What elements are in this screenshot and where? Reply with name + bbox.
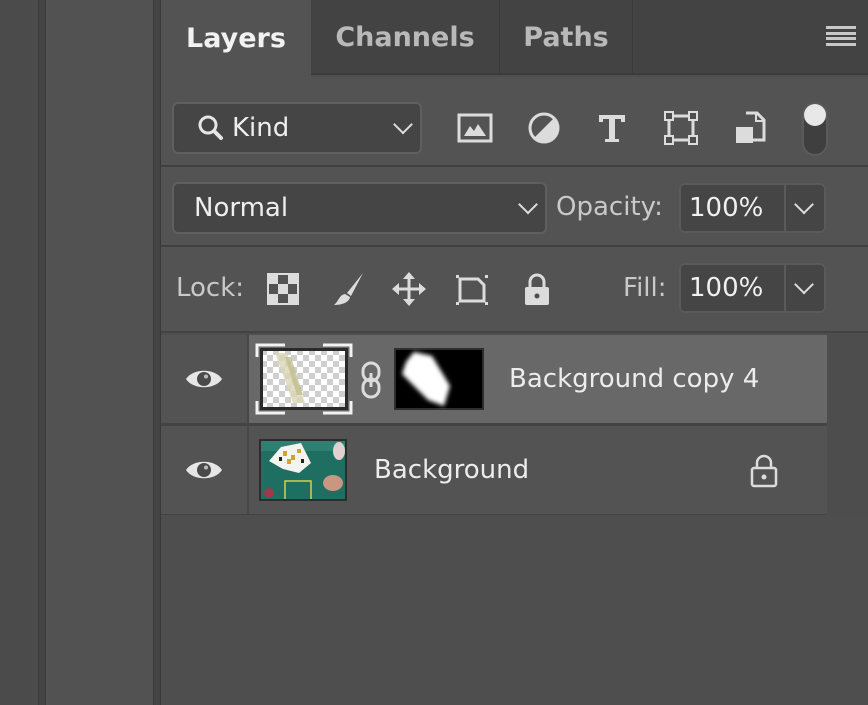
layer-row[interactable]: Background copy 4 xyxy=(161,335,827,426)
fill-dropdown-button[interactable] xyxy=(786,265,824,311)
fill-label: Fill: xyxy=(623,273,667,303)
lock-position-icon[interactable] xyxy=(391,271,427,307)
visibility-toggle[interactable] xyxy=(161,335,249,423)
layer-mask-thumbnail[interactable] xyxy=(394,348,484,410)
tab-paths[interactable]: Paths xyxy=(500,0,633,75)
pixel-layer-filter-icon[interactable] xyxy=(456,109,494,147)
layers-panel: Layers Channels Paths Kind Normal Opacit… xyxy=(161,0,868,705)
opacity-label: Opacity: xyxy=(556,192,663,222)
blend-mode-select[interactable]: Normal xyxy=(172,182,547,234)
filter-toggle-switch[interactable] xyxy=(802,102,828,156)
opacity-field: 100% xyxy=(679,183,826,233)
filter-kind-label: Kind xyxy=(232,113,290,143)
layer-filter-row: Kind xyxy=(161,77,868,167)
type-layer-filter-icon[interactable] xyxy=(593,109,631,147)
layers-scroll-gutter xyxy=(827,335,868,515)
smart-object-filter-icon[interactable] xyxy=(731,109,769,147)
tab-layers[interactable]: Layers xyxy=(161,0,311,77)
visibility-toggle[interactable] xyxy=(161,426,249,514)
eye-icon xyxy=(186,461,222,479)
layers-empty-area xyxy=(161,515,868,705)
dock-column-middle xyxy=(46,0,153,705)
opacity-dropdown-button[interactable] xyxy=(786,185,824,231)
lock-all-icon[interactable] xyxy=(519,271,555,307)
fill-field: 100% xyxy=(679,263,826,313)
blend-row: Normal Opacity: 100% xyxy=(161,167,868,247)
layer-thumbnail[interactable] xyxy=(259,439,347,501)
lock-image-pixels-icon[interactable] xyxy=(331,271,367,307)
lock-icon[interactable] xyxy=(749,454,779,488)
panel-divider[interactable] xyxy=(153,0,161,705)
chevron-down-icon xyxy=(794,274,814,295)
eye-icon xyxy=(186,370,222,388)
hamburger-menu-icon[interactable] xyxy=(826,26,856,46)
dock-column-left xyxy=(0,0,38,705)
filter-kind-select[interactable]: Kind xyxy=(172,102,422,154)
layer-row[interactable]: Background xyxy=(161,426,827,517)
lock-row: Lock: Fill: 100% xyxy=(161,247,868,333)
fill-input[interactable]: 100% xyxy=(681,265,786,311)
search-icon xyxy=(198,115,223,140)
chevron-down-icon xyxy=(794,194,814,215)
layers-list: Background copy 4 Background xyxy=(161,335,827,517)
lock-label: Lock: xyxy=(176,273,245,303)
dock-divider[interactable] xyxy=(38,0,46,705)
opacity-input[interactable]: 100% xyxy=(681,185,786,231)
blend-mode-value: Normal xyxy=(194,193,289,223)
toggle-knob xyxy=(804,104,826,126)
lock-transparent-pixels-icon[interactable] xyxy=(265,271,301,307)
layer-name[interactable]: Background copy 4 xyxy=(509,335,759,423)
layer-name[interactable]: Background xyxy=(374,426,529,514)
panel-tab-bar: Layers Channels Paths xyxy=(161,0,868,77)
link-icon[interactable] xyxy=(359,361,383,399)
adjustment-layer-filter-icon[interactable] xyxy=(525,109,563,147)
layer-thumbnail[interactable] xyxy=(255,343,353,415)
chevron-down-icon xyxy=(393,114,413,135)
lock-artboard-icon[interactable] xyxy=(454,271,490,307)
shape-layer-filter-icon[interactable] xyxy=(662,109,700,147)
chevron-down-icon xyxy=(518,194,538,215)
tab-channels[interactable]: Channels xyxy=(311,0,500,75)
